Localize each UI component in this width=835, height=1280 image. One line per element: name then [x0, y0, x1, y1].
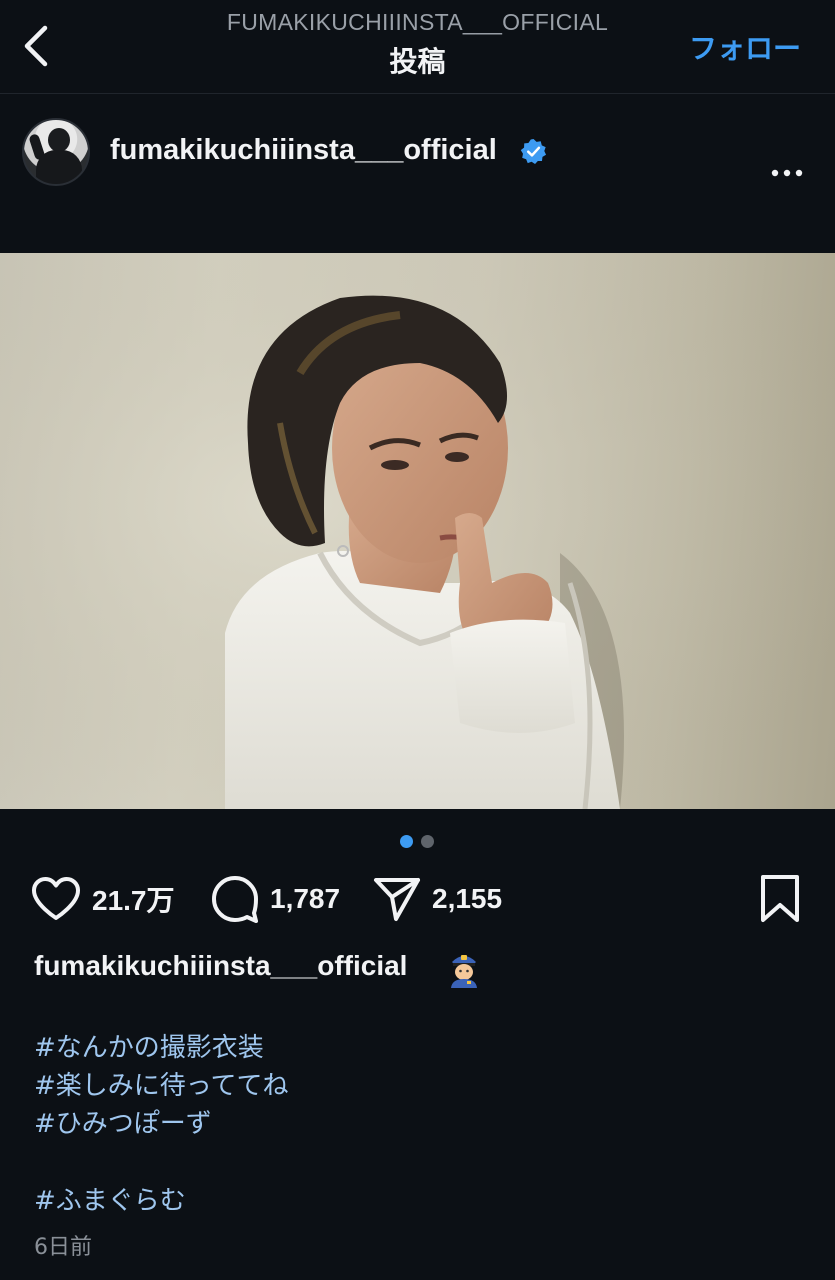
post-username[interactable]: fumakikuchiiinsta___official	[110, 134, 497, 167]
comment-button[interactable]: 1,787	[210, 872, 340, 926]
share-count: 2,155	[432, 883, 503, 914]
like-count: 21.7万	[92, 885, 175, 916]
hashtag-link[interactable]: #ひみつぽーず	[34, 1103, 212, 1140]
heart-icon	[32, 877, 80, 920]
carousel-dot-active	[400, 835, 413, 848]
share-button[interactable]: 2,155	[372, 872, 502, 926]
avatar-figure-head	[48, 128, 70, 152]
post-photo-illustration	[0, 253, 835, 809]
verified-badge-icon	[520, 138, 547, 165]
follow-button[interactable]: フォロー	[689, 27, 801, 67]
hashtag-link[interactable]: #楽しみに待っててね	[34, 1065, 289, 1102]
hashtag-link[interactable]: #ふまぐらむ	[34, 1180, 186, 1217]
comment-icon	[212, 876, 258, 923]
post-timestamp: 6日前	[34, 1235, 92, 1260]
hashtag-link[interactable]: #なんかの撮影衣装	[34, 1027, 264, 1064]
avatar[interactable]	[22, 118, 90, 186]
post-image[interactable]	[0, 253, 835, 809]
police-officer-emoji-icon	[451, 955, 477, 988]
comment-count: 1,787	[270, 883, 341, 914]
top-nav-bar: FUMAKIKUCHIIINSTA___OFFICIAL 投稿 フォロー	[0, 0, 835, 94]
carousel-dot	[421, 835, 434, 848]
bookmark-icon[interactable]	[759, 874, 801, 924]
like-button[interactable]: 21.7万	[30, 872, 175, 926]
caption-username[interactable]: fumakikuchiiinsta___official	[34, 950, 407, 982]
send-icon	[374, 878, 420, 921]
carousel-indicator	[400, 835, 434, 848]
more-options-icon[interactable]	[765, 158, 813, 188]
avatar-figure-body	[36, 150, 82, 184]
